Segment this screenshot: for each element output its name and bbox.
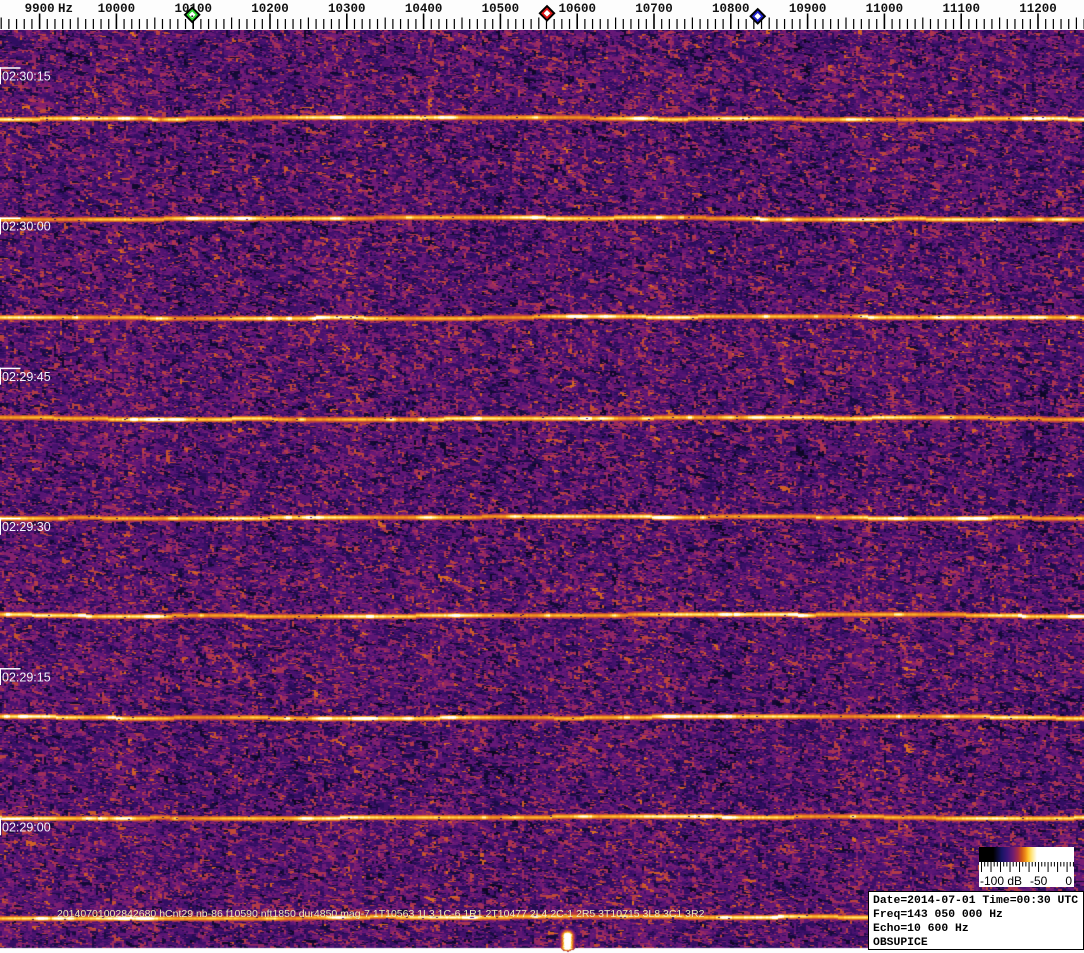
svg-text:02:29:45: 02:29:45: [2, 370, 51, 384]
svg-text:Hz: Hz: [58, 2, 73, 16]
svg-text:10300: 10300: [328, 2, 366, 16]
svg-text:10200: 10200: [251, 2, 289, 16]
svg-text:10000: 10000: [98, 2, 136, 16]
svg-text:02:29:00: 02:29:00: [2, 821, 51, 835]
svg-text:10600: 10600: [558, 2, 596, 16]
svg-text:02:29:15: 02:29:15: [2, 670, 51, 684]
svg-text:10400: 10400: [405, 2, 443, 16]
svg-text:02:29:30: 02:29:30: [2, 520, 51, 534]
svg-text:11000: 11000: [866, 2, 904, 16]
svg-text:10700: 10700: [635, 2, 673, 16]
svg-text:11200: 11200: [1019, 2, 1057, 16]
svg-text:02:30:15: 02:30:15: [2, 70, 51, 84]
svg-text:11100: 11100: [942, 2, 980, 16]
svg-text:10800: 10800: [712, 2, 750, 16]
svg-text:9900: 9900: [25, 2, 55, 16]
svg-text:10500: 10500: [482, 2, 520, 16]
svg-text:10900: 10900: [789, 2, 827, 16]
svg-text:02:30:00: 02:30:00: [2, 220, 51, 234]
